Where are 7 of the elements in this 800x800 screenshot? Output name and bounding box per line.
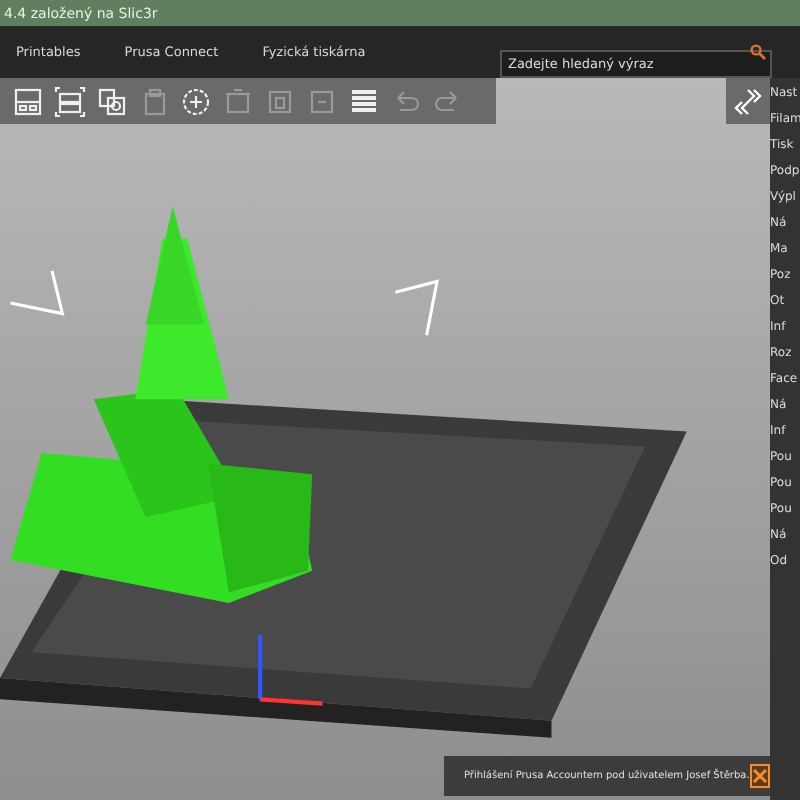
copy-icon[interactable] [94, 84, 128, 118]
collapse-sidebar-button[interactable] [726, 78, 770, 124]
search-icon [750, 44, 766, 60]
layers-icon[interactable] [346, 84, 380, 118]
close-button[interactable] [749, 764, 770, 788]
double-chevron-icon [734, 85, 762, 117]
add-icon[interactable] [178, 84, 212, 118]
